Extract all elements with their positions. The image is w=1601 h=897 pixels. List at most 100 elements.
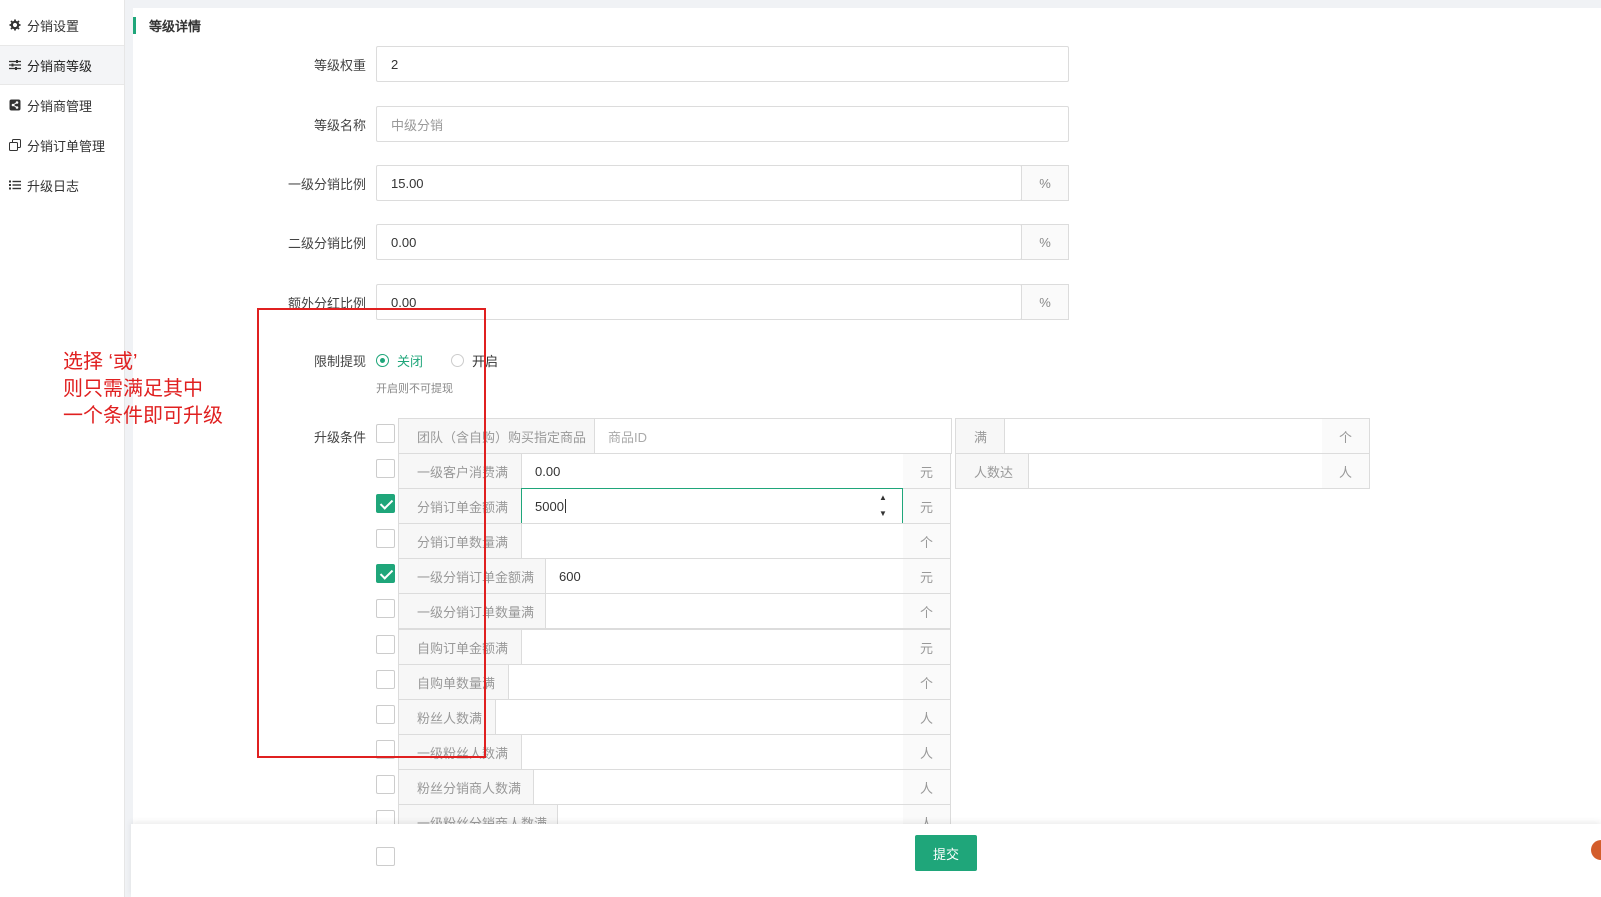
condition-unit: 元 [903, 488, 951, 524]
condition-label: 一级分销订单金额满 [398, 558, 546, 594]
condition-checkbox-self-count[interactable] [376, 670, 395, 689]
sidebar-item-label: 分销商等级 [27, 58, 93, 74]
sidebar-item-label: 分销设置 [27, 18, 80, 34]
sidebar-item-label: 升级日志 [27, 178, 80, 194]
annotation-note: 选择 ‘或’ 则只需满足其中 一个条件即可升级 [63, 351, 223, 427]
extra-input[interactable]: 0.00 [376, 284, 1022, 320]
l1-fans-input[interactable] [522, 734, 904, 770]
condition-checkbox-order-count[interactable] [376, 529, 395, 548]
condition-unit: 元 [903, 453, 951, 489]
self-amount-input[interactable] [522, 629, 904, 665]
level2-label: 二级分销比例 [287, 236, 366, 251]
condition-self-amount: 自购订单金额满 元 [398, 629, 951, 665]
sidebar: 分销设置 分销商等级 分销商管理 分销订单管理 升级日志 [0, 0, 125, 897]
condition-label: 一级粉丝人数满 [398, 734, 522, 770]
condition-checkbox-fans-dist[interactable] [376, 775, 395, 794]
sidebar-item-label: 分销订单管理 [27, 138, 106, 154]
condition-l1-order-count: 一级分销订单数量满 个 [398, 593, 951, 629]
weight-input[interactable]: 2 [376, 46, 1069, 82]
l1-order-count-input[interactable] [546, 593, 904, 629]
sidebar-item-settings[interactable]: 分销设置 [0, 5, 124, 45]
condition-label: 一级客户消费满 [398, 453, 522, 489]
number-stepper[interactable]: ▲ ▼ [878, 492, 888, 520]
condition-l1-fans: 一级粉丝人数满 人 [398, 734, 951, 770]
extra-label: 额外分红比例 [287, 296, 366, 311]
fans-input[interactable] [496, 699, 904, 735]
condition-label: 粉丝分销商人数满 [398, 769, 534, 805]
condition-checkbox-self-amount[interactable] [376, 635, 395, 654]
withdraw-on-radio[interactable]: 开启 [451, 351, 498, 370]
condition-label: 自购单数量满 [398, 664, 509, 700]
level1-input[interactable]: 15.00 [376, 165, 1022, 201]
caret-up-icon[interactable]: ▲ [879, 492, 887, 504]
sidebar-item-orders[interactable]: 分销订单管理 [0, 125, 124, 165]
level2-input[interactable]: 0.00 [376, 224, 1022, 260]
title-accent-bar [133, 16, 136, 34]
condition-checkbox-customer[interactable] [376, 459, 395, 478]
main-panel: 等级详情 等级权重 2 等级名称 中级分销 一级分销比例 15.00 % 二级分… [133, 8, 1601, 897]
condition-checkbox-team-buy[interactable] [376, 424, 395, 443]
condition-label: 人数达 [955, 453, 1029, 489]
fans-dist-input[interactable] [534, 769, 904, 805]
condition-label: 团队（含自购）购买指定商品 [398, 418, 595, 454]
submit-button[interactable]: 提交 [915, 835, 977, 871]
condition-unit: 人 [903, 699, 951, 735]
order-amount-input[interactable]: 5000 ▲ ▼ [521, 488, 903, 524]
condition-label: 自购订单金额满 [398, 629, 522, 665]
condition-unit: 个 [903, 523, 951, 559]
list-icon [8, 179, 21, 192]
withdraw-hint: 开启则不可提现 [376, 383, 453, 395]
condition-full-count: 满 个 [955, 418, 1371, 454]
text-cursor [564, 499, 566, 513]
self-count-input[interactable] [509, 664, 904, 700]
condition-fans-dist: 粉丝分销商人数满 人 [398, 769, 951, 805]
customer-spend-input[interactable]: 0.00 [522, 453, 904, 489]
condition-checkbox-l1-order-count[interactable] [376, 599, 395, 618]
sidebar-item-levels[interactable]: 分销商等级 [0, 45, 124, 85]
caret-down-icon[interactable]: ▼ [879, 508, 887, 520]
product-id-input[interactable]: 商品ID [595, 418, 952, 454]
condition-checkbox-l1-order-amount[interactable] [376, 564, 395, 583]
condition-label: 分销订单数量满 [398, 523, 522, 559]
order-count-input[interactable] [522, 523, 904, 559]
condition-unit: 元 [903, 558, 951, 594]
condition-customer-spend: 一级客户消费满 0.00 元 [398, 453, 951, 489]
condition-self-count: 自购单数量满 个 [398, 664, 951, 700]
name-input[interactable]: 中级分销 [376, 106, 1069, 142]
gear-icon [8, 19, 21, 32]
full-count-input[interactable] [1005, 418, 1323, 454]
sidebar-item-upgrade-log[interactable]: 升级日志 [0, 165, 124, 205]
condition-checkbox-fans[interactable] [376, 705, 395, 724]
footer-bar: 提交 [131, 824, 1601, 897]
copy-icon [8, 139, 21, 152]
condition-label: 分销订单金额满 [398, 488, 522, 524]
condition-label: 粉丝人数满 [398, 699, 496, 735]
condition-unit: 元 [903, 629, 951, 665]
extra-unit: % [1021, 284, 1069, 320]
section-title: 等级详情 [133, 15, 201, 35]
condition-unit: 人 [1322, 453, 1370, 489]
condition-checkbox-l1-fans[interactable] [376, 740, 395, 759]
condition-l1-order-amount: 一级分销订单金额满 600 元 [398, 558, 951, 594]
condition-checkbox-extra[interactable] [376, 847, 395, 866]
condition-label: 满 [955, 418, 1005, 454]
weight-label: 等级权重 [313, 58, 366, 73]
name-label: 等级名称 [313, 118, 366, 133]
sidebar-item-label: 分销商管理 [27, 98, 93, 114]
condition-label: 一级分销订单数量满 [398, 593, 546, 629]
condition-order-amount: 分销订单金额满 5000 ▲ ▼ 元 [398, 488, 951, 524]
condition-unit: 个 [1322, 418, 1370, 454]
condition-team-buy: 团队（含自购）购买指定商品 商品ID [398, 418, 952, 454]
condition-unit: 人 [903, 769, 951, 805]
sidebar-item-distributors[interactable]: 分销商管理 [0, 85, 124, 125]
level2-unit: % [1021, 224, 1069, 260]
people-count-input[interactable] [1029, 453, 1323, 489]
condition-unit: 人 [903, 734, 951, 770]
condition-order-count: 分销订单数量满 个 [398, 523, 951, 559]
l1-order-amount-input[interactable]: 600 [546, 558, 904, 594]
condition-people-count: 人数达 人 [955, 453, 1371, 489]
condition-checkbox-order-amount[interactable] [376, 494, 395, 513]
withdraw-off-radio[interactable]: 关闭 [376, 351, 423, 370]
condition-unit: 个 [903, 664, 951, 700]
level1-label: 一级分销比例 [287, 177, 366, 192]
